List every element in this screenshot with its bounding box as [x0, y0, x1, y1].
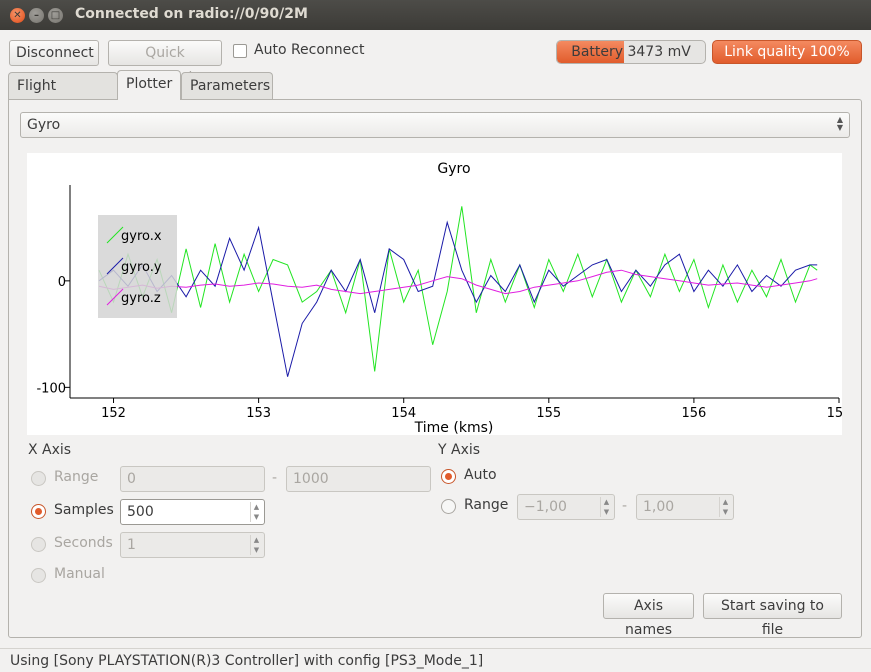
x-range-dash: -: [272, 470, 278, 486]
link-quality-indicator: Link quality 100%: [712, 40, 862, 64]
y-range-label: Range: [464, 497, 509, 513]
chart-xlabel: Time (kms): [414, 420, 494, 435]
axis-names-button[interactable]: Axis names: [603, 593, 694, 638]
auto-reconnect-label: Auto Reconnect: [254, 42, 365, 58]
y-tick-label: -100: [36, 381, 66, 396]
y-range-min-value: −1,00: [524, 499, 567, 515]
legend-entry: gyro.x: [121, 229, 162, 244]
window-title: Connected on radio://0/90/2M: [75, 6, 308, 22]
gyro-plot[interactable]: Gyro Time (kms) 1521531541551561570-100 …: [27, 153, 851, 436]
chart-title: Gyro: [437, 161, 470, 177]
maximize-icon[interactable]: □: [48, 8, 63, 23]
seconds-label: Seconds: [54, 535, 113, 551]
legend-entry: gyro.z: [121, 291, 161, 306]
y-range-min-input[interactable]: −1,00 ▲ ▼: [517, 494, 615, 520]
x-range-min-input[interactable]: 0: [120, 466, 265, 492]
y-range-radio[interactable]: [441, 499, 456, 514]
legend-entry: gyro.y: [121, 260, 162, 275]
battery-label: Battery 3473 mV: [571, 44, 691, 60]
x-axis-section-label: X Axis: [28, 442, 72, 458]
x-tick-label: 155: [536, 406, 561, 421]
title-bar: ✕ – □ Connected on radio://0/90/2M: [0, 0, 871, 30]
seconds-input[interactable]: 1 ▲ ▼: [120, 532, 265, 558]
samples-radio[interactable]: [31, 504, 46, 519]
battery-indicator: Battery 3473 mV: [556, 40, 706, 64]
samples-input[interactable]: 500 ▲ ▼: [120, 499, 265, 525]
status-bar: Using [Sony PLAYSTATION(R)3 Controller] …: [0, 648, 871, 672]
spinner-arrows-icon[interactable]: ▲ ▼: [250, 502, 262, 522]
minimize-icon[interactable]: –: [29, 8, 44, 23]
seconds-value: 1: [127, 537, 136, 553]
y-axis-section-label: Y Axis: [438, 442, 481, 458]
series-line-gyro-y: [98, 220, 818, 377]
x-range-label: Range: [54, 469, 99, 485]
series-line-gyro-x: [98, 206, 818, 372]
auto-reconnect-checkbox[interactable]: [233, 44, 247, 58]
manual-radio[interactable]: [31, 568, 46, 583]
disconnect-button[interactable]: Disconnect: [9, 40, 99, 66]
spinner-arrows-icon[interactable]: ▲ ▼: [600, 497, 612, 517]
x-tick-label: 153: [246, 406, 271, 421]
gyro-chart-svg: Gyro Time (kms) 1521531541551561570-100 …: [36, 161, 851, 436]
y-range-max-value: 1,00: [643, 499, 675, 515]
quick-connect-button[interactable]: Quick Connect: [108, 40, 222, 85]
tab-flight-control[interactable]: Flight Control: [8, 72, 118, 120]
x-tick-label: 154: [391, 406, 416, 421]
samples-value: 500: [127, 504, 154, 520]
spinner-arrows-icon[interactable]: ▲ ▼: [719, 497, 731, 517]
tab-plotter[interactable]: Plotter: [117, 70, 181, 100]
y-range-max-input[interactable]: 1,00 ▲ ▼: [636, 494, 734, 520]
x-tick-label: 157: [827, 406, 842, 421]
x-range-radio[interactable]: [31, 471, 46, 486]
x-tick-label: 152: [101, 406, 126, 421]
spinner-arrows-icon[interactable]: ▲ ▼: [250, 535, 262, 555]
y-range-dash: -: [622, 498, 628, 514]
updown-arrows-icon: ▲ ▼: [836, 115, 843, 132]
plot-selector-dropdown[interactable]: Gyro ▲ ▼: [20, 112, 850, 138]
tab-parameters[interactable]: Parameters: [181, 72, 273, 100]
plot-selector-value: Gyro: [27, 117, 61, 133]
x-tick-label: 156: [681, 406, 706, 421]
close-icon[interactable]: ✕: [10, 8, 25, 23]
manual-label: Manual: [54, 566, 105, 582]
y-auto-label: Auto: [464, 467, 497, 483]
seconds-radio[interactable]: [31, 537, 46, 552]
y-auto-radio[interactable]: [441, 469, 456, 484]
samples-label: Samples: [54, 502, 114, 518]
y-tick-label: 0: [58, 275, 66, 290]
start-saving-button[interactable]: Start saving to file: [703, 593, 842, 638]
x-range-max-input[interactable]: 1000: [286, 466, 431, 492]
